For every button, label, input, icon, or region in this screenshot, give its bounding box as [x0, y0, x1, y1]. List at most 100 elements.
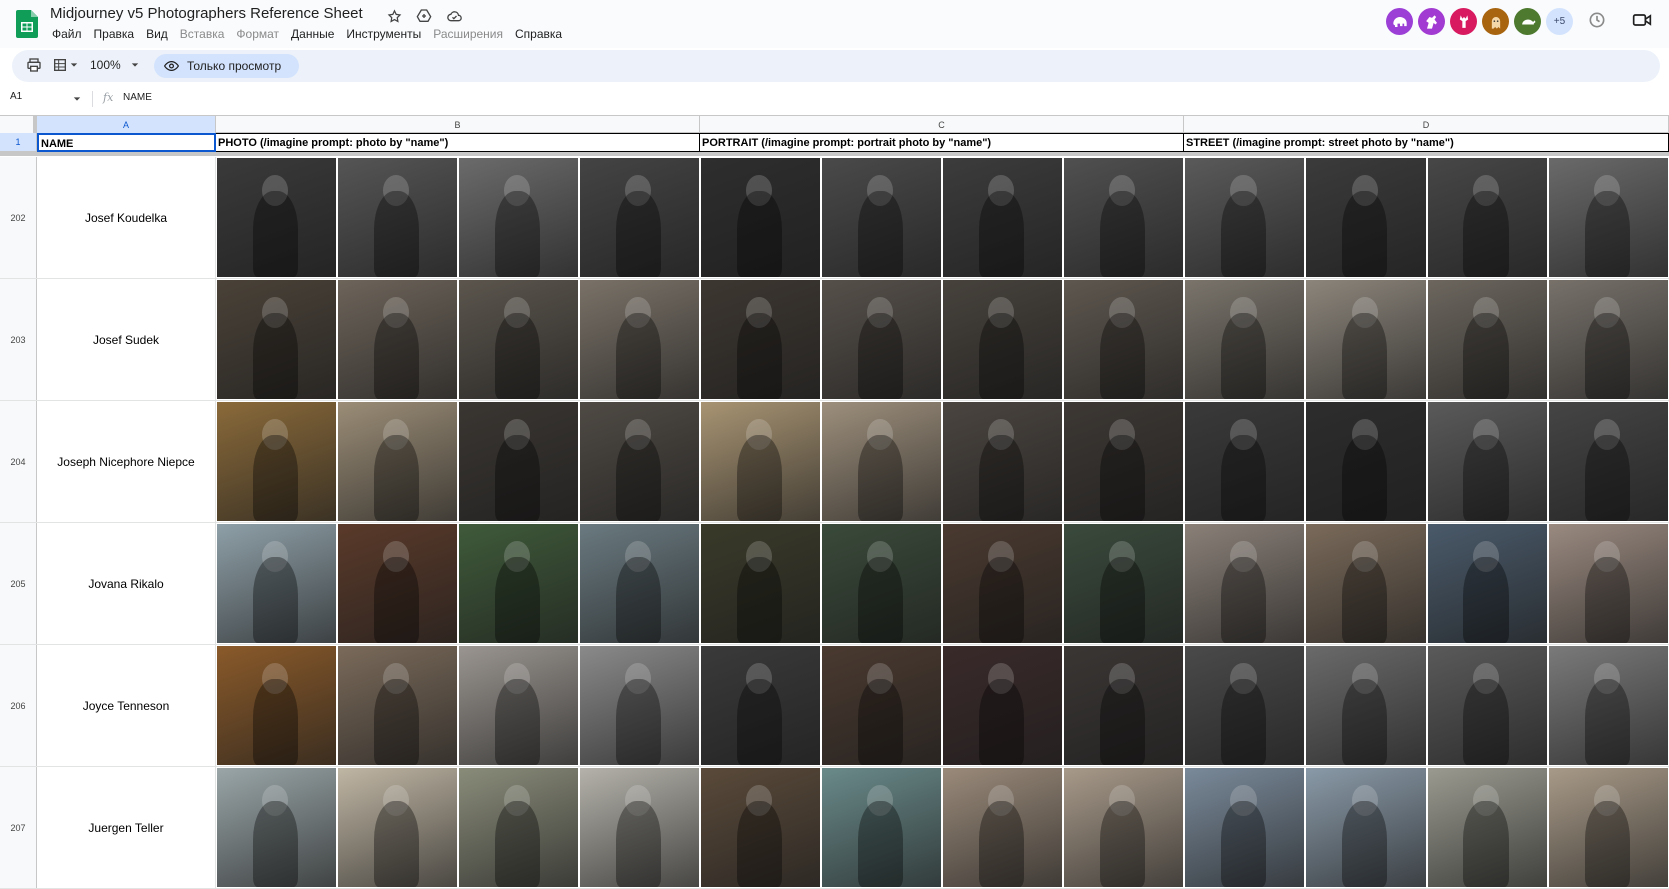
row-header[interactable]: 204 [0, 401, 37, 522]
sample-image-thumbnail[interactable] [701, 280, 820, 399]
photographer-name-cell[interactable]: Juergen Teller [37, 767, 216, 888]
sample-image-thumbnail[interactable] [459, 524, 578, 643]
header-cell-street[interactable]: STREET (/imagine prompt: street photo by… [1184, 133, 1669, 152]
photo-image-cell[interactable] [217, 524, 699, 643]
row-header[interactable]: 206 [0, 645, 37, 766]
sample-image-thumbnail[interactable] [1064, 646, 1183, 765]
sample-image-thumbnail[interactable] [459, 646, 578, 765]
portrait-image-cell[interactable] [701, 280, 1183, 399]
sample-image-thumbnail[interactable] [1306, 280, 1426, 399]
sample-image-thumbnail[interactable] [580, 280, 699, 399]
photographer-name-cell[interactable]: Joseph Nicephore Niepce [37, 401, 216, 522]
collaborator-avatar[interactable] [1482, 8, 1509, 35]
row-header[interactable]: 207 [0, 767, 37, 888]
sample-image-thumbnail[interactable] [943, 158, 1062, 277]
sample-image-thumbnail[interactable] [1548, 646, 1668, 765]
sample-image-thumbnail[interactable] [701, 768, 820, 887]
sample-image-thumbnail[interactable] [943, 646, 1062, 765]
street-image-cell[interactable] [1185, 402, 1668, 521]
move-to-drive-icon[interactable] [414, 6, 434, 26]
column-header-c[interactable]: C [700, 116, 1184, 133]
column-header-a[interactable]: A [37, 116, 216, 133]
sample-image-thumbnail[interactable] [338, 158, 457, 277]
street-image-cell[interactable] [1185, 524, 1668, 643]
row-header[interactable]: 202 [0, 157, 37, 278]
sample-image-thumbnail[interactable] [822, 280, 941, 399]
sample-image-thumbnail[interactable] [217, 768, 336, 887]
collaborator-avatar[interactable] [1450, 8, 1477, 35]
sample-image-thumbnail[interactable] [580, 158, 699, 277]
menu-item[interactable]: Правка [88, 27, 141, 41]
sample-image-thumbnail[interactable] [1306, 524, 1426, 643]
sample-image-thumbnail[interactable] [1548, 524, 1668, 643]
frozen-row-divider[interactable] [0, 152, 1669, 156]
sample-image-thumbnail[interactable] [217, 280, 336, 399]
sample-image-thumbnail[interactable] [338, 402, 457, 521]
sample-image-thumbnail[interactable] [459, 402, 578, 521]
sample-image-thumbnail[interactable] [943, 524, 1062, 643]
sample-image-thumbnail[interactable] [217, 158, 336, 277]
formula-input[interactable]: NAME [123, 92, 152, 103]
sample-image-thumbnail[interactable] [943, 280, 1062, 399]
sample-image-thumbnail[interactable] [1064, 402, 1183, 521]
cloud-status-icon[interactable] [444, 6, 464, 26]
sample-image-thumbnail[interactable] [1306, 158, 1426, 277]
star-icon[interactable] [384, 6, 404, 26]
sample-image-thumbnail[interactable] [580, 646, 699, 765]
photographer-name-cell[interactable]: Josef Koudelka [37, 157, 216, 278]
collaborator-avatar[interactable] [1418, 8, 1445, 35]
sample-image-thumbnail[interactable] [1427, 524, 1547, 643]
header-cell-portrait[interactable]: PORTRAIT (/imagine prompt: portrait phot… [700, 133, 1184, 152]
sample-image-thumbnail[interactable] [1185, 402, 1305, 521]
sample-image-thumbnail[interactable] [822, 768, 941, 887]
format-menu-button[interactable] [52, 57, 78, 73]
sample-image-thumbnail[interactable] [1185, 524, 1305, 643]
sample-image-thumbnail[interactable] [822, 158, 941, 277]
sample-image-thumbnail[interactable] [1548, 402, 1668, 521]
sample-image-thumbnail[interactable] [822, 402, 941, 521]
photographer-name-cell[interactable]: Josef Sudek [37, 279, 216, 400]
sample-image-thumbnail[interactable] [217, 402, 336, 521]
menu-item[interactable]: Расширения [427, 27, 509, 41]
photo-image-cell[interactable] [217, 768, 699, 887]
portrait-image-cell[interactable] [701, 402, 1183, 521]
view-only-button[interactable]: Только просмотр [154, 54, 300, 78]
header-cell-photo[interactable]: PHOTO (/imagine prompt: photo by "name") [216, 133, 700, 152]
more-collaborators-badge[interactable]: +5 [1546, 8, 1573, 35]
sample-image-thumbnail[interactable] [580, 524, 699, 643]
sample-image-thumbnail[interactable] [338, 646, 457, 765]
photographer-name-cell[interactable]: Joyce Tenneson [37, 645, 216, 766]
menu-item[interactable]: Инструменты [340, 27, 427, 41]
video-call-icon[interactable] [1632, 12, 1652, 28]
photo-image-cell[interactable] [217, 402, 699, 521]
sample-image-thumbnail[interactable] [338, 768, 457, 887]
street-image-cell[interactable] [1185, 280, 1668, 399]
menu-item[interactable]: Файл [46, 27, 88, 41]
sample-image-thumbnail[interactable] [1427, 158, 1547, 277]
sample-image-thumbnail[interactable] [1185, 646, 1305, 765]
menu-item[interactable]: Справка [509, 27, 568, 41]
portrait-image-cell[interactable] [701, 768, 1183, 887]
history-icon[interactable] [1587, 10, 1607, 30]
sample-image-thumbnail[interactable] [1064, 158, 1183, 277]
sample-image-thumbnail[interactable] [943, 402, 1062, 521]
sample-image-thumbnail[interactable] [822, 524, 941, 643]
sample-image-thumbnail[interactable] [459, 280, 578, 399]
select-all-corner[interactable] [0, 116, 37, 133]
document-title[interactable]: Midjourney v5 Photographers Reference Sh… [50, 5, 363, 22]
sample-image-thumbnail[interactable] [580, 768, 699, 887]
portrait-image-cell[interactable] [701, 524, 1183, 643]
menu-item[interactable]: Данные [285, 27, 340, 41]
sheets-logo-icon[interactable] [16, 10, 38, 38]
row-header-1[interactable]: 1 [0, 133, 37, 152]
menu-item[interactable]: Вставка [174, 27, 231, 41]
portrait-image-cell[interactable] [701, 158, 1183, 277]
sample-image-thumbnail[interactable] [1185, 280, 1305, 399]
photo-image-cell[interactable] [217, 646, 699, 765]
sample-image-thumbnail[interactable] [1548, 768, 1668, 887]
sample-image-thumbnail[interactable] [1427, 280, 1547, 399]
sample-image-thumbnail[interactable] [217, 646, 336, 765]
row-header[interactable]: 203 [0, 279, 37, 400]
chevron-down-icon[interactable] [73, 95, 81, 103]
sample-image-thumbnail[interactable] [1427, 402, 1547, 521]
